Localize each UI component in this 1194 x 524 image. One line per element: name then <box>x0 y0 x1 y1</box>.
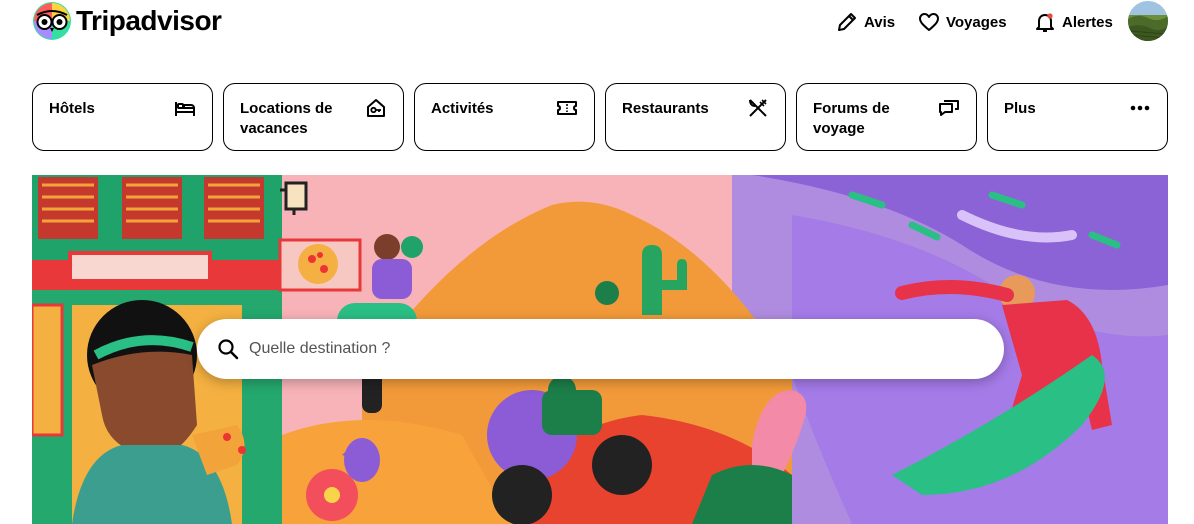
category-more[interactable]: Plus <box>987 83 1168 151</box>
heart-icon <box>919 13 939 31</box>
tripadvisor-logo[interactable]: Tripadvisor <box>32 1 222 41</box>
fork-knife-icon <box>747 97 769 119</box>
nav-trips-label: Voyages <box>946 13 1007 31</box>
nav-reviews[interactable]: Avis <box>836 6 895 38</box>
nav-alerts-label: Alertes <box>1062 13 1113 31</box>
nav-reviews-label: Avis <box>864 13 896 31</box>
avatar[interactable] <box>1128 1 1168 41</box>
top-header: Tripadvisor Avis Voyages Alertes <box>0 0 1194 44</box>
logo-text: Tripadvisor <box>76 5 222 36</box>
category-travel-forums[interactable]: Forums de voyage <box>796 83 977 151</box>
category-label: Hôtels <box>49 100 95 117</box>
category-hotels[interactable]: Hôtels <box>32 83 213 151</box>
category-label: Forums de voyage <box>813 100 890 137</box>
category-label: Restaurants <box>622 100 709 117</box>
bell-icon <box>1036 13 1054 32</box>
bed-icon <box>174 97 196 119</box>
category-label: Locations de vacances <box>240 100 333 137</box>
chat-bubbles-icon <box>938 97 960 119</box>
category-tiles: Hôtels Locations de vacances Activités R… <box>32 83 1168 151</box>
house-key-icon <box>365 97 387 119</box>
avatar-image <box>1128 1 1168 41</box>
category-restaurants[interactable]: Restaurants <box>605 83 786 151</box>
ticket-icon <box>556 97 578 119</box>
pencil-icon <box>838 13 856 31</box>
search-icon <box>218 339 239 360</box>
nav-alerts[interactable]: Alertes <box>1034 6 1113 38</box>
search-bar[interactable] <box>197 319 1004 379</box>
category-activities[interactable]: Activités <box>414 83 595 151</box>
more-dots-icon <box>1129 97 1151 119</box>
category-vacation-rentals[interactable]: Locations de vacances <box>223 83 404 151</box>
category-label: Plus <box>1004 100 1036 117</box>
nav-trips[interactable]: Voyages <box>918 6 1007 38</box>
owl-logo-icon <box>33 2 71 40</box>
search-input[interactable] <box>249 319 979 379</box>
category-label: Activités <box>431 100 494 117</box>
